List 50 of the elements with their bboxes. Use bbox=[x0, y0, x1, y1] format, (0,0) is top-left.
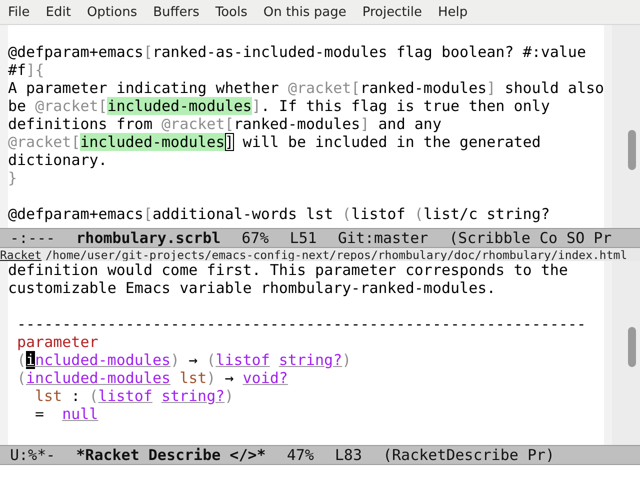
mode-line-field: (Scribble Co SO Pr bbox=[449, 229, 612, 247]
mode-line-field: *Racket Describe </>* bbox=[76, 446, 266, 464]
mode-line-field: 47% bbox=[286, 446, 314, 464]
code-line: #f]{ bbox=[8, 61, 44, 79]
link[interactable]: ncluded-modules bbox=[35, 351, 171, 369]
link[interactable]: included-modules bbox=[26, 369, 171, 387]
menu-item[interactable]: Edit bbox=[46, 4, 79, 20]
code-line: definition would come first. This parameter corresponds to the bbox=[8, 261, 568, 279]
code-line: --------------------------------------------------------------- bbox=[16, 314, 586, 333]
menu-item[interactable]: Buffers bbox=[153, 4, 208, 20]
code-line: = null bbox=[34, 405, 98, 423]
link[interactable]: string? bbox=[161, 387, 225, 405]
mode-line-field: rhombulary.scrbl bbox=[76, 229, 221, 247]
code-line: customizable Emacs variable rhombulary-ranked-modules. bbox=[8, 279, 496, 297]
code-line: } bbox=[8, 169, 18, 187]
link[interactable]: string? bbox=[278, 351, 342, 369]
menu-item[interactable]: File bbox=[8, 4, 38, 20]
code-line: @defparam+emacs[additional-words lst (listof (list/c string? bbox=[8, 204, 550, 223]
link[interactable]: null bbox=[62, 405, 98, 423]
mode-line-field: U:%*- bbox=[10, 446, 56, 464]
menu-item[interactable]: On this page bbox=[263, 4, 354, 20]
menu-item[interactable]: Tools bbox=[215, 4, 256, 20]
menu-item[interactable]: Projectile bbox=[362, 4, 430, 20]
scrollbar-thumb[interactable] bbox=[628, 130, 636, 170]
file-path: /home/user/git-projects/emacs-config-next/repos/rhombulary/doc/rhombulary/index.html bbox=[46, 248, 628, 261]
code-line: (included-modules) → (listof string?) bbox=[16, 351, 352, 369]
mode-line-field: -:--- bbox=[10, 229, 56, 247]
code-line: @racket[included-modules] will be included in the generated bbox=[8, 133, 541, 151]
code-line: lst : (listof string?) bbox=[34, 387, 234, 405]
code-line: parameter bbox=[16, 333, 98, 351]
code-line: @defparam+emacs[ranked-as-included-modules flag boolean? #:value bbox=[8, 43, 586, 61]
mode-line-field: 67% bbox=[242, 229, 269, 247]
link[interactable]: Racket bbox=[0, 248, 42, 261]
mode-line-field: L51 bbox=[290, 229, 317, 247]
mode-line-field: (RacketDescribe Pr) bbox=[383, 446, 555, 464]
scrollbar-thumb[interactable] bbox=[628, 327, 636, 367]
link[interactable]: listof bbox=[216, 351, 270, 369]
mode-line-field: L83 bbox=[334, 446, 362, 464]
scrollbar[interactable] bbox=[612, 261, 640, 445]
code-line: be @racket[included-modules]. If this flag is true then only bbox=[8, 97, 550, 115]
menu-item[interactable]: Options bbox=[86, 4, 146, 20]
link[interactable]: void? bbox=[242, 369, 288, 387]
mode-line-field: Git:master bbox=[338, 229, 428, 247]
code-line: definitions from @racket[ranked-modules] and any bbox=[8, 115, 442, 133]
menu-item[interactable]: Help bbox=[438, 4, 476, 20]
link[interactable]: listof bbox=[98, 387, 152, 405]
code-line: (included-modules lst) → void? bbox=[16, 369, 288, 387]
code-line: A parameter indicating whether @racket[ranked-modules] should also bbox=[8, 79, 604, 97]
scrollbar[interactable] bbox=[612, 25, 640, 228]
code-line: dictionary. bbox=[8, 151, 108, 169]
